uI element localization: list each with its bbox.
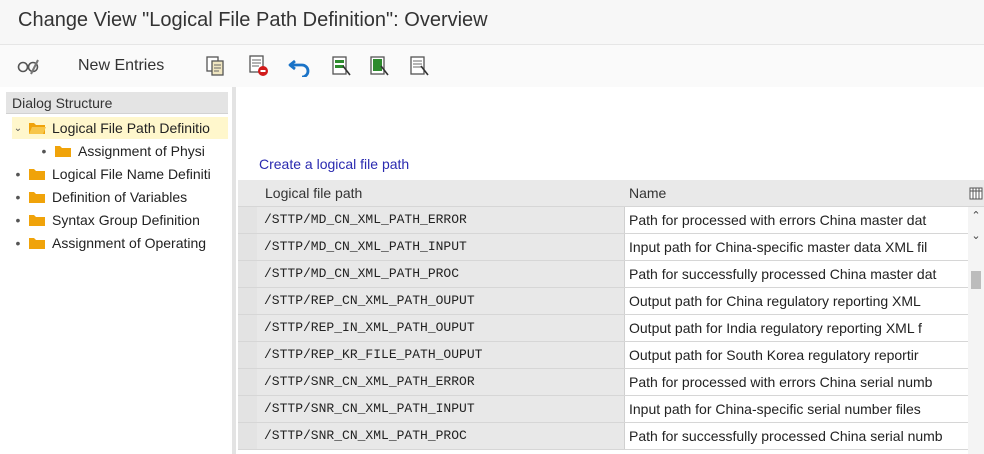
table-row[interactable]: /STTP/MD_CN_XML_PATH_ERROR Path for proc… [238, 207, 968, 234]
table-row[interactable]: /STTP/SNR_CN_XML_PATH_ERROR Path for pro… [238, 369, 968, 396]
open-folder-icon [29, 123, 46, 134]
tree-item-label: Definition of Variables [52, 189, 188, 205]
logical-file-path-table: Logical file path Name /STTP/MD_CN_XML_P… [238, 180, 984, 454]
bullet-icon: • [15, 235, 21, 251]
tree-item-label: Logical File Path Definitio [52, 120, 210, 136]
row-selector[interactable] [238, 261, 258, 287]
row-selector[interactable] [238, 369, 258, 395]
tree-item-logical-file-path-definition[interactable]: ⌄ Logical File Path Definitio [12, 117, 228, 139]
tree-item-label: Syntax Group Definition [52, 212, 200, 228]
name-cell[interactable]: Path for successfully processed China se… [625, 423, 968, 449]
tree-item-label: Logical File Name Definiti [52, 166, 211, 182]
vertical-scrollbar[interactable]: ⌃ ⌄ [968, 207, 984, 454]
folder-icon [55, 146, 71, 157]
tree-item-syntax-group-definition[interactable]: • Syntax Group Definition [12, 209, 228, 231]
new-entries-label: New Entries [78, 57, 165, 74]
create-logical-file-path-link[interactable]: Create a logical file path [259, 156, 409, 172]
bullet-icon: • [15, 212, 21, 228]
window-title: Change View "Logical File Path Definitio… [18, 9, 488, 31]
tree-item-definition-of-variables[interactable]: • Definition of Variables [12, 186, 228, 208]
table-settings-icon [969, 187, 983, 200]
name-cell[interactable]: Output path for South Korea regulatory r… [625, 342, 968, 368]
row-divider [238, 449, 968, 450]
logical-file-path-cell[interactable]: /STTP/REP_CN_XML_PATH_OUPUT [257, 288, 625, 314]
chevron-down-icon[interactable]: ⌄ [12, 123, 24, 134]
bullet-icon: • [15, 189, 21, 205]
table-row[interactable]: /STTP/MD_CN_XML_PATH_INPUT Input path fo… [238, 234, 968, 261]
table-row[interactable]: /STTP/SNR_CN_XML_PATH_PROC Path for succ… [238, 423, 968, 450]
scroll-up-button[interactable]: ⌃ [968, 207, 984, 225]
logical-file-path-cell[interactable]: /STTP/SNR_CN_XML_PATH_PROC [257, 423, 625, 449]
folder-icon [29, 215, 45, 226]
table-row[interactable]: /STTP/MD_CN_XML_PATH_PROC Path for succe… [238, 261, 968, 288]
row-selector[interactable] [238, 288, 258, 314]
logical-file-path-cell[interactable]: /STTP/MD_CN_XML_PATH_PROC [257, 261, 625, 287]
table-row[interactable]: /STTP/REP_KR_FILE_PATH_OUPUT Output path… [238, 342, 968, 369]
logical-file-path-cell[interactable]: /STTP/SNR_CN_XML_PATH_ERROR [257, 369, 625, 395]
select-all-button[interactable] [330, 53, 352, 79]
tree-item-label: Assignment of Operating [52, 235, 207, 251]
row-selector[interactable] [238, 423, 258, 449]
select-block-button[interactable] [368, 53, 390, 79]
tree-item-assignment-of-physical-paths[interactable]: • Assignment of Physi [38, 140, 228, 162]
folder-icon [29, 238, 45, 249]
scroll-down-button[interactable]: ⌄ [968, 227, 984, 245]
logical-file-path-cell[interactable]: /STTP/MD_CN_XML_PATH_INPUT [257, 234, 625, 260]
row-selector[interactable] [238, 234, 258, 260]
name-cell[interactable]: Input path for China-specific master dat… [625, 234, 968, 260]
title-bar: Change View "Logical File Path Definitio… [0, 0, 984, 45]
table-row[interactable]: /STTP/SNR_CN_XML_PATH_INPUT Input path f… [238, 396, 968, 423]
pane-splitter[interactable] [232, 87, 236, 454]
bullet-icon: • [15, 166, 21, 182]
tree-item-logical-file-name-definition[interactable]: • Logical File Name Definiti [12, 163, 228, 185]
select-all-icon [330, 55, 352, 77]
tree-item-assignment-of-operating-system[interactable]: • Assignment of Operating [12, 232, 228, 254]
logical-file-path-cell[interactable]: /STTP/REP_IN_XML_PATH_OUPUT [257, 315, 625, 341]
deselect-all-button[interactable] [408, 53, 430, 79]
logical-file-path-cell[interactable]: /STTP/SNR_CN_XML_PATH_INPUT [257, 396, 625, 422]
name-cell[interactable]: Path for successfully processed China ma… [625, 261, 968, 287]
tree-item-label: Assignment of Physi [78, 143, 205, 159]
folder-icon [29, 192, 45, 203]
deselect-all-icon [408, 55, 430, 77]
name-cell[interactable]: Output path for India regulatory reporti… [625, 315, 968, 341]
logical-file-path-cell[interactable]: /STTP/MD_CN_XML_PATH_ERROR [257, 207, 625, 233]
table-row[interactable]: /STTP/REP_CN_XML_PATH_OUPUT Output path … [238, 288, 968, 315]
glasses-icon [16, 55, 42, 77]
undo-icon [288, 55, 312, 77]
column-header-logical-file-path[interactable]: Logical file path [257, 180, 625, 207]
name-cell[interactable]: Input path for China-specific serial num… [625, 396, 968, 422]
name-cell[interactable]: Path for processed with errors China ser… [625, 369, 968, 395]
logical-file-path-cell[interactable]: /STTP/REP_KR_FILE_PATH_OUPUT [257, 342, 625, 368]
folder-icon [29, 169, 45, 180]
name-cell[interactable]: Output path for China regulatory reporti… [625, 288, 968, 314]
new-entries-button[interactable]: New Entries [78, 53, 164, 79]
toolbar: New Entries [0, 45, 984, 87]
column-header-name[interactable]: Name [625, 180, 968, 207]
undo-button[interactable] [288, 53, 312, 79]
row-selector[interactable] [238, 396, 258, 422]
row-selector[interactable] [238, 315, 258, 341]
row-selector[interactable] [238, 342, 258, 368]
scroll-thumb[interactable] [971, 271, 981, 289]
copy-button[interactable] [204, 53, 226, 79]
bullet-icon: • [41, 143, 47, 159]
table-row[interactable]: /STTP/REP_IN_XML_PATH_OUPUT Output path … [238, 315, 968, 342]
column-settings-button[interactable] [968, 180, 984, 207]
copy-icon [204, 55, 226, 77]
delete-icon [248, 54, 270, 78]
name-cell[interactable]: Path for processed with errors China mas… [625, 207, 968, 233]
delete-button[interactable] [248, 53, 270, 79]
row-selector[interactable] [238, 207, 258, 233]
display-change-button[interactable] [16, 53, 42, 79]
dialog-structure-header: Dialog Structure [6, 92, 228, 114]
select-block-icon [368, 55, 390, 77]
select-all-header[interactable] [238, 180, 257, 207]
